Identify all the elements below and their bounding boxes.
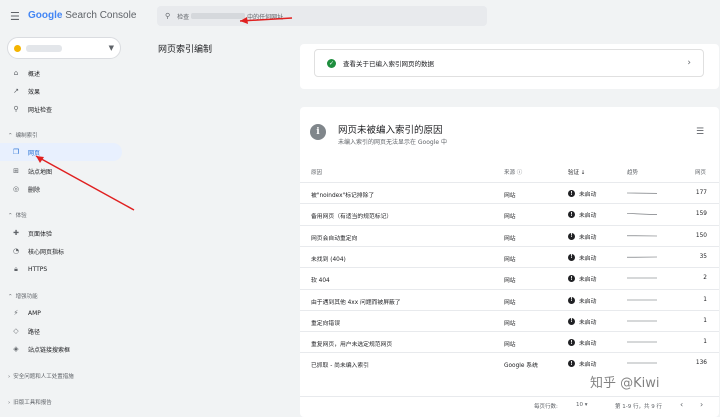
- annotation-arrow-search: [239, 17, 293, 22]
- annotation-arrow-pages: [35, 155, 135, 211]
- annotation-arrows: [35, 17, 293, 211]
- annotation-arrowhead-search: [240, 17, 248, 24]
